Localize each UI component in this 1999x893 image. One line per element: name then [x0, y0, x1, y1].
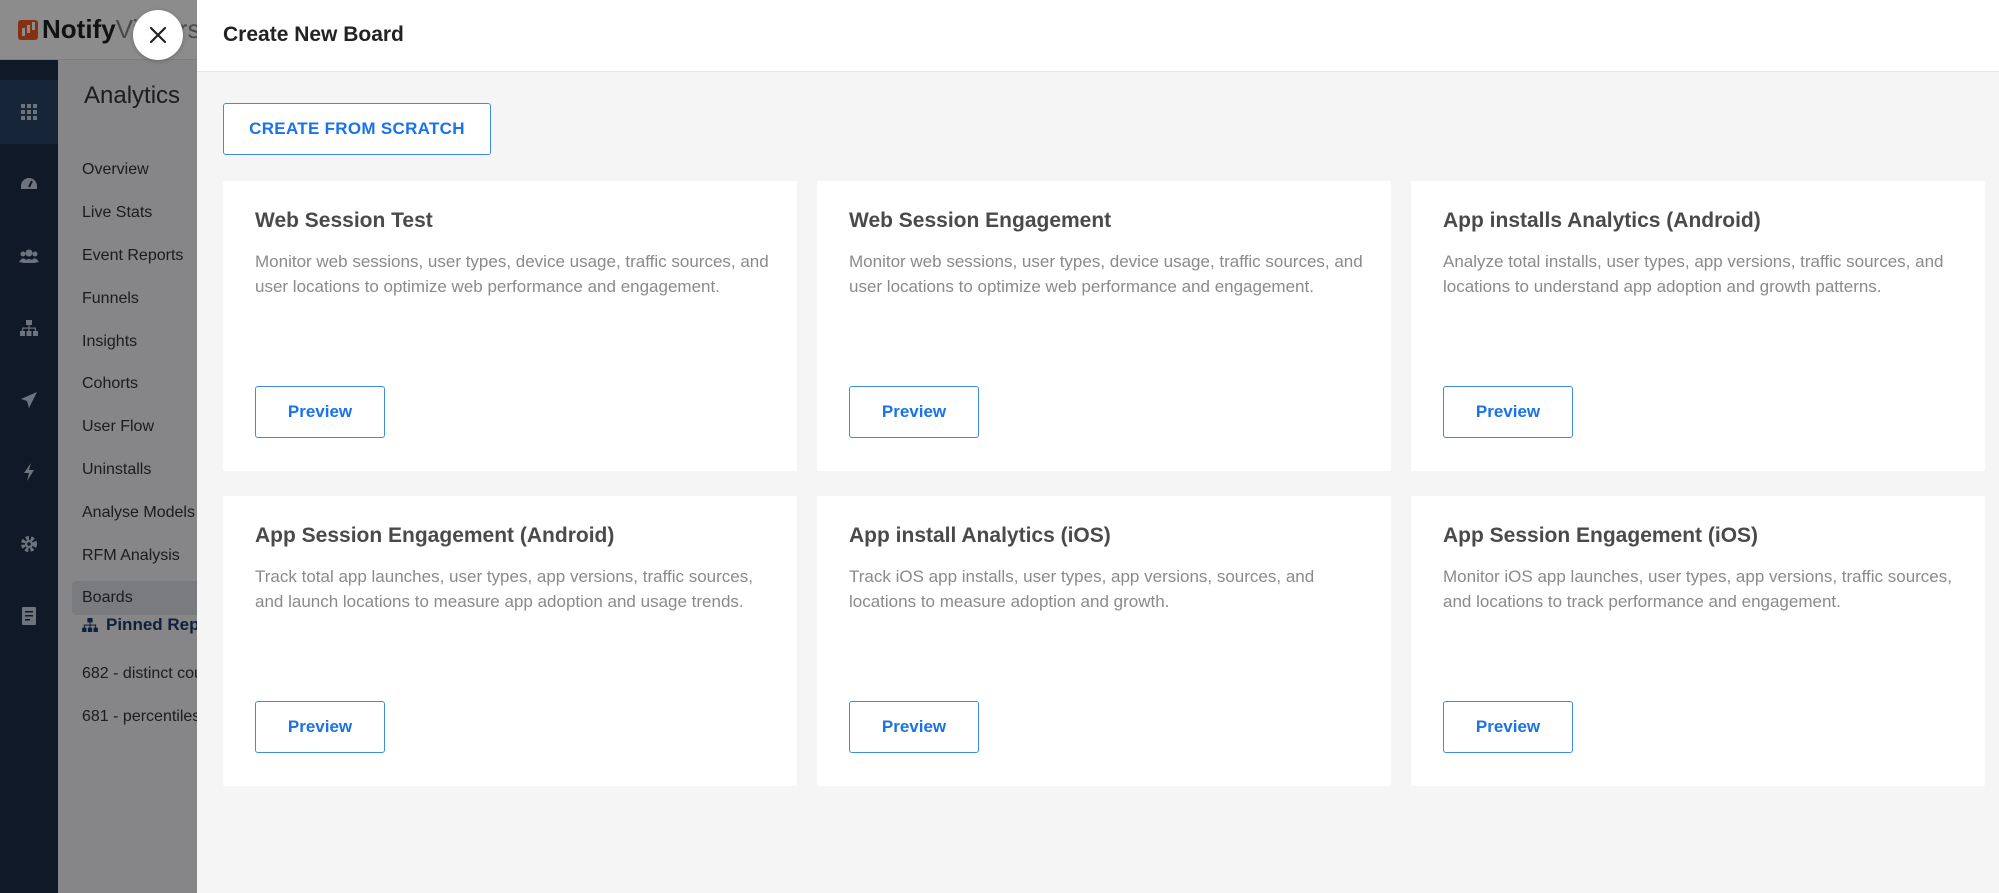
card-title: Web Session Test: [255, 209, 433, 232]
card-title: App Session Engagement (Android): [255, 524, 615, 547]
card-description: Track iOS app installs, user types, app …: [849, 567, 1315, 611]
create-board-panel: Create New Board CREATE FROM SCRATCH Web…: [197, 0, 1999, 893]
card-description: Monitor iOS app launches, user types, ap…: [1443, 567, 1952, 611]
close-icon: [149, 26, 167, 44]
preview-button[interactable]: Preview: [1443, 701, 1573, 753]
preview-button[interactable]: Preview: [1443, 386, 1573, 438]
card-title: Web Session Engagement: [849, 209, 1112, 232]
card-description: Analyze total installs, user types, app …: [1443, 252, 1944, 296]
template-card: App Session Engagement (Android) Track t…: [223, 496, 797, 786]
preview-button[interactable]: Preview: [849, 701, 979, 753]
template-card: App Session Engagement (iOS) Monitor iOS…: [1411, 496, 1985, 786]
template-card: Web Session Test Monitor web sessions, u…: [223, 181, 797, 471]
card-description: Track total app launches, user types, ap…: [255, 567, 753, 611]
panel-title: Create New Board: [223, 23, 404, 46]
card-title: App installs Analytics (Android): [1443, 209, 1761, 232]
card-description: Monitor web sessions, user types, device…: [849, 252, 1363, 296]
preview-button[interactable]: Preview: [255, 386, 385, 438]
preview-button[interactable]: Preview: [255, 701, 385, 753]
create-from-scratch-button[interactable]: CREATE FROM SCRATCH: [223, 103, 491, 155]
close-modal-button[interactable]: [133, 10, 183, 60]
template-card: App install Analytics (iOS) Track iOS ap…: [817, 496, 1391, 786]
card-description: Monitor web sessions, user types, device…: [255, 252, 769, 296]
template-card: Web Session Engagement Monitor web sessi…: [817, 181, 1391, 471]
card-title: App install Analytics (iOS): [849, 524, 1111, 547]
template-card: App installs Analytics (Android) Analyze…: [1411, 181, 1985, 471]
panel-header: Create New Board: [197, 0, 1999, 72]
preview-button[interactable]: Preview: [849, 386, 979, 438]
card-title: App Session Engagement (iOS): [1443, 524, 1759, 547]
